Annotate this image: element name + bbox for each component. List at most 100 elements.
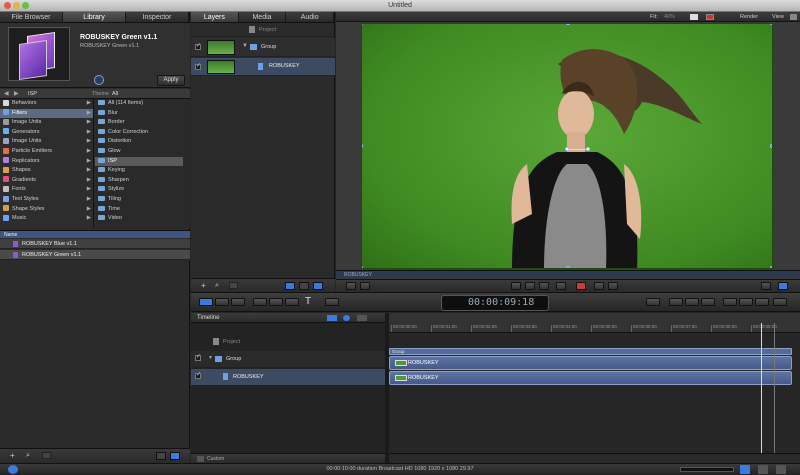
group-visibility-checkbox[interactable]: [195, 44, 201, 50]
category-item[interactable]: Filters ▶: [0, 108, 93, 119]
folder-icon[interactable]: [42, 452, 51, 459]
loop-icon[interactable]: [608, 282, 618, 290]
timeline-row-robuskey[interactable]: ROBUSKEY: [191, 369, 385, 385]
layer-row-project[interactable]: Project: [191, 23, 335, 37]
add-icon[interactable]: +: [10, 451, 15, 460]
generator-icon[interactable]: [685, 298, 699, 306]
fit-select[interactable]: 40%: [664, 14, 675, 20]
timeline-scrollbar[interactable]: [389, 453, 800, 463]
camera-icon[interactable]: [646, 298, 660, 306]
subcategory-item[interactable]: Color Correction: [95, 128, 183, 138]
icon-view-icon[interactable]: [156, 452, 166, 460]
category-item[interactable]: Particle Emitters ▶: [0, 147, 93, 157]
canvas-zoom-icon[interactable]: [346, 282, 356, 290]
filmstrip-icon[interactable]: [313, 282, 323, 290]
subcategory-item[interactable]: Tiling: [95, 195, 183, 205]
timeline-disclosure-icon[interactable]: ▼: [208, 355, 213, 361]
fullscreen-icon[interactable]: [761, 282, 771, 290]
zoom-slider[interactable]: [680, 467, 734, 472]
play-icon[interactable]: [556, 282, 566, 290]
view-menu[interactable]: View: [772, 14, 784, 20]
timeline-layers-icon[interactable]: [357, 315, 367, 321]
timeline-view-icon[interactable]: [327, 315, 337, 321]
apply-button[interactable]: Apply: [157, 75, 185, 86]
previous-frame-icon[interactable]: [525, 282, 535, 290]
share-icon[interactable]: [773, 298, 787, 306]
subcategory-item[interactable]: Border: [95, 118, 183, 128]
timecode-display[interactable]: 00:00:09:18: [441, 295, 549, 311]
keyframes-icon[interactable]: [776, 465, 786, 474]
tab-library[interactable]: Library: [63, 12, 126, 22]
category-item[interactable]: Generators ▶: [0, 128, 93, 138]
timeline-ruler[interactable]: 00:00:00:00 00:00:01:00 00:00:02:00 00:00:0…: [389, 313, 800, 333]
category-item[interactable]: Text Styles ▶: [0, 195, 93, 205]
subcategory-item[interactable]: Distortion: [95, 137, 183, 147]
paint-tool-icon[interactable]: [285, 298, 299, 306]
next-frame-icon[interactable]: [539, 282, 549, 290]
layer-search-icon[interactable]: ⌕: [215, 282, 219, 290]
cycle-icon[interactable]: [778, 282, 788, 290]
behavior-icon[interactable]: [701, 298, 715, 306]
category-item[interactable]: Image Units ▶: [0, 137, 93, 147]
category-item[interactable]: Gradients ▶: [0, 176, 93, 186]
text-tool-icon[interactable]: T: [305, 296, 311, 307]
category-item[interactable]: Fonts ▶: [0, 185, 93, 195]
play-range-icon[interactable]: [360, 282, 370, 290]
tab-media[interactable]: Media: [239, 12, 287, 22]
clip-bar-2[interactable]: ROBUSKEY: [389, 371, 792, 385]
view-layout-icon[interactable]: [706, 14, 714, 20]
timeline-layer-checkbox[interactable]: [195, 373, 201, 379]
layer-row-group[interactable]: ▼ Group: [191, 38, 335, 57]
window-layout-icon[interactable]: [790, 14, 797, 20]
tab-audio[interactable]: Audio: [286, 12, 335, 22]
canvas-image[interactable]: [361, 23, 773, 269]
play-range-end[interactable]: [774, 323, 775, 463]
file-list-item[interactable]: ROBUSKEY Green v1.1: [0, 250, 190, 260]
subcategory-item[interactable]: Glow: [95, 147, 183, 157]
forward-arrow-icon[interactable]: ▶: [14, 90, 19, 97]
pen-tool-icon[interactable]: [269, 298, 283, 306]
category-item[interactable]: Image Units ▶: [0, 118, 93, 128]
rectangle-tool-icon[interactable]: [253, 298, 267, 306]
timeline-group-checkbox[interactable]: [195, 355, 201, 361]
rotate-tool-icon[interactable]: [215, 298, 229, 306]
timeline-mode-select[interactable]: Custom: [207, 456, 224, 462]
tab-inspector[interactable]: Inspector: [126, 12, 189, 22]
render-menu[interactable]: Render: [740, 14, 758, 20]
playhead[interactable]: [761, 323, 762, 463]
speaker-toggle-icon[interactable]: [758, 465, 768, 474]
filter-menu-icon[interactable]: [723, 298, 737, 306]
color-channels-icon[interactable]: [690, 14, 698, 20]
subcategory-item[interactable]: Sharpen: [95, 176, 183, 186]
category-item[interactable]: Shape Styles ▶: [0, 205, 93, 215]
export-icon[interactable]: [755, 298, 769, 306]
speaker-icon[interactable]: [94, 75, 104, 85]
subcategory-item[interactable]: Keying: [95, 166, 183, 176]
subcategory-item[interactable]: Stylize: [95, 185, 183, 195]
disclosure-triangle-icon[interactable]: ▼: [242, 43, 248, 49]
mask-tool-icon[interactable]: [325, 298, 339, 306]
subcategory-item[interactable]: Video: [95, 214, 183, 224]
gear-icon[interactable]: [299, 282, 309, 290]
file-list-header[interactable]: Name: [0, 230, 190, 238]
timeline-filter-icon[interactable]: [343, 315, 350, 321]
select-tool-icon[interactable]: [199, 298, 213, 306]
timeline-row-project[interactable]: Project: [191, 334, 385, 348]
category-item[interactable]: Music ▶: [0, 214, 93, 224]
tab-file-browser[interactable]: File Browser: [0, 12, 63, 22]
record-icon[interactable]: [576, 282, 586, 290]
path-location[interactable]: ISP: [28, 91, 37, 97]
category-item[interactable]: Shapes ▶: [0, 166, 93, 176]
subcategory-item[interactable]: All (114 Items): [95, 99, 183, 109]
add-layer-icon[interactable]: +: [201, 281, 206, 290]
tab-layers[interactable]: Layers: [191, 12, 239, 22]
subcategory-item[interactable]: ISP: [95, 156, 183, 167]
go-to-end-icon[interactable]: [594, 282, 604, 290]
layers-view-icon[interactable]: [285, 282, 295, 290]
list-view-icon[interactable]: [170, 452, 180, 460]
file-list-item[interactable]: ROBUSKEY Blue v1.1: [0, 239, 190, 249]
timeline-settings-icon[interactable]: [197, 456, 204, 462]
group-track-bar[interactable]: Group: [389, 348, 792, 355]
clip-bar-1[interactable]: ROBUSKEY: [389, 356, 792, 370]
go-to-start-icon[interactable]: [511, 282, 521, 290]
